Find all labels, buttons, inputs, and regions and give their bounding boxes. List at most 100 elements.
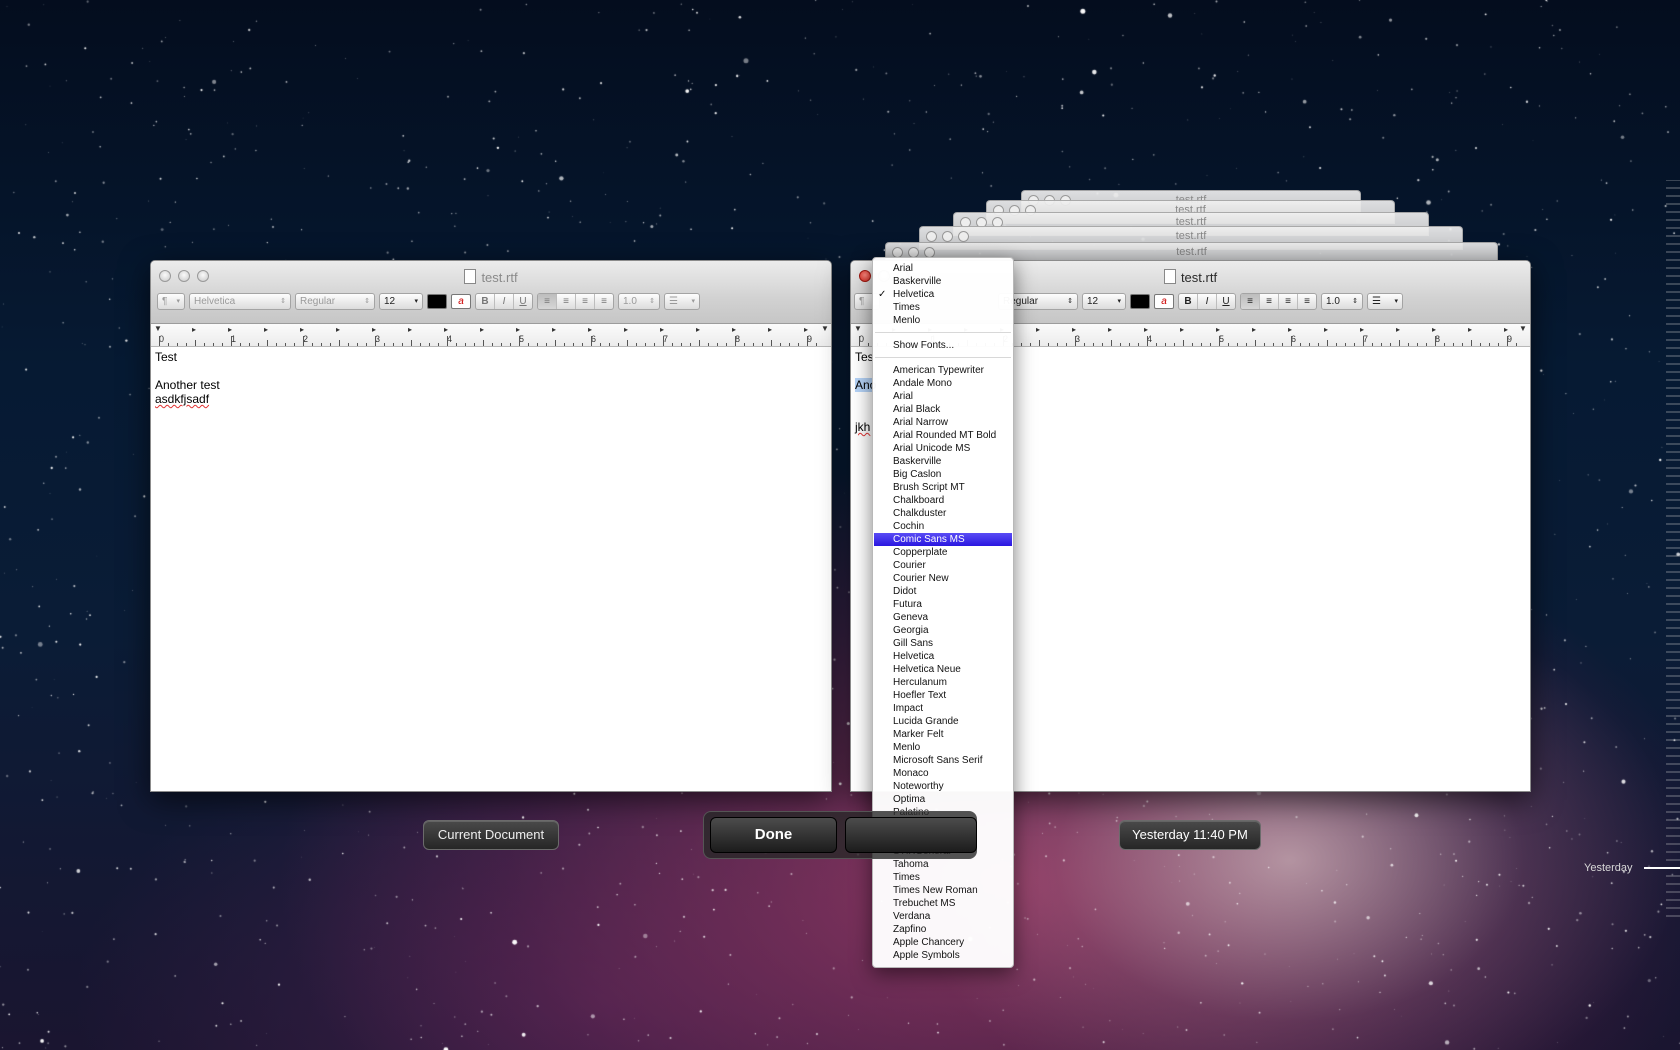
font-family-menu[interactable]: Arial Baskerville ✓ Helvetica Times Menlo Show… <box>872 257 1014 968</box>
font-menu-item[interactable]: Menlo <box>893 741 1013 754</box>
tab-stop-marker[interactable]: ▸ <box>1468 325 1472 334</box>
font-menu-item[interactable]: Georgia <box>893 624 1013 637</box>
tab-stop-marker[interactable]: ▸ <box>1396 325 1400 334</box>
tab-stop-marker[interactable]: ▸ <box>1252 325 1256 334</box>
show-fonts-item[interactable]: Show Fonts... <box>893 339 1013 352</box>
recent-font-item[interactable]: Arial <box>893 262 1013 275</box>
font-menu-item[interactable]: Geneva <box>893 611 1013 624</box>
font-menu-item[interactable]: Verdana <box>893 910 1013 923</box>
align-left-icon[interactable]: ≡ <box>1241 294 1260 309</box>
bold-button[interactable]: B <box>476 294 495 309</box>
tab-stop-marker[interactable]: ▸ <box>336 325 340 334</box>
tab-stop-marker[interactable]: ▸ <box>444 325 448 334</box>
tab-stop-marker[interactable]: ▸ <box>1324 325 1328 334</box>
font-menu-item[interactable]: Monaco <box>893 767 1013 780</box>
tab-stop-marker[interactable]: ▸ <box>1108 325 1112 334</box>
font-menu-item[interactable]: Trebuchet MS <box>893 897 1013 910</box>
tab-stop-marker[interactable]: ▸ <box>516 325 520 334</box>
tab-stop-marker[interactable]: ▸ <box>804 325 808 334</box>
ruler[interactable]: ▼ ▼ 0 1 2 3 4 5 6 7 8 9 ▸▸▸▸▸▸▸▸▸▸▸▸▸▸▸▸… <box>151 324 831 347</box>
tab-stop-marker[interactable]: ▸ <box>408 325 412 334</box>
font-menu-item[interactable]: Helvetica <box>893 650 1013 663</box>
recent-font-item[interactable]: Baskerville <box>893 275 1013 288</box>
align-center-icon[interactable]: ≡ <box>1260 294 1279 309</box>
italic-button[interactable]: I <box>1198 294 1217 309</box>
recent-font-item[interactable]: ✓ Helvetica <box>878 288 1013 301</box>
tab-stop-marker[interactable]: ▸ <box>768 325 772 334</box>
tab-stop-marker[interactable]: ▸ <box>372 325 376 334</box>
tab-stop-marker[interactable]: ▸ <box>1036 325 1040 334</box>
font-size-combo[interactable]: 12 ▾ <box>1082 293 1126 310</box>
font-menu-item[interactable]: Courier New <box>893 572 1013 585</box>
font-menu-item[interactable]: Didot <box>893 585 1013 598</box>
tab-stop-marker[interactable]: ▸ <box>480 325 484 334</box>
time-machine-timeline[interactable] <box>1630 180 1680 920</box>
text-color-well[interactable] <box>427 294 447 309</box>
font-menu-item[interactable]: Helvetica Neue <box>893 663 1013 676</box>
tab-stop-marker[interactable]: ▸ <box>1432 325 1436 334</box>
tab-stop-marker[interactable]: ▸ <box>1288 325 1292 334</box>
align-justify-icon[interactable]: ≡ <box>1298 294 1316 309</box>
highlight-color-well[interactable]: a <box>1154 294 1174 309</box>
font-size-combo[interactable]: 12 ▾ <box>379 293 423 310</box>
tab-stop-marker[interactable]: ▸ <box>660 325 664 334</box>
font-menu-item[interactable]: Apple Chancery <box>893 936 1013 949</box>
font-menu-item[interactable]: American Typewriter <box>893 364 1013 377</box>
tab-stop-marker[interactable]: ▸ <box>1216 325 1220 334</box>
line-spacing-popup[interactable]: 1.0 ⇕ <box>618 293 660 310</box>
align-right-icon[interactable]: ≡ <box>576 294 595 309</box>
left-margin-marker[interactable]: ▼ <box>154 324 162 333</box>
font-menu-item[interactable]: Marker Felt <box>893 728 1013 741</box>
tab-stop-marker[interactable]: ▸ <box>1360 325 1364 334</box>
done-button[interactable]: Done <box>710 817 837 853</box>
align-right-icon[interactable]: ≡ <box>1279 294 1298 309</box>
align-left-icon[interactable]: ≡ <box>538 294 557 309</box>
left-margin-marker[interactable]: ▼ <box>854 324 862 333</box>
font-menu-item[interactable]: Arial <box>893 390 1013 403</box>
tab-stop-marker[interactable]: ▸ <box>624 325 628 334</box>
tab-stop-marker[interactable]: ▸ <box>732 325 736 334</box>
font-menu-item[interactable]: Herculanum <box>893 676 1013 689</box>
font-menu-item[interactable]: Arial Rounded MT Bold <box>893 429 1013 442</box>
right-margin-marker[interactable]: ▼ <box>1519 324 1527 333</box>
right-margin-marker[interactable]: ▼ <box>821 324 829 333</box>
font-menu-item[interactable]: Andale Mono <box>893 377 1013 390</box>
font-menu-item[interactable]: Lucida Grande <box>893 715 1013 728</box>
bold-button[interactable]: B <box>1179 294 1198 309</box>
font-menu-item[interactable]: Baskerville <box>893 455 1013 468</box>
italic-button[interactable]: I <box>495 294 514 309</box>
font-style-popup[interactable]: Regular ⇕ <box>295 293 375 310</box>
font-family-popup[interactable]: Helvetica ⇕ <box>189 293 291 310</box>
font-menu-item[interactable]: Impact <box>893 702 1013 715</box>
underline-button[interactable]: U <box>514 294 532 309</box>
align-center-icon[interactable]: ≡ <box>557 294 576 309</box>
font-menu-item[interactable]: Noteworthy <box>893 780 1013 793</box>
font-menu-item[interactable]: Times <box>893 871 1013 884</box>
font-menu-item[interactable]: Hoefler Text <box>893 689 1013 702</box>
font-menu-item[interactable]: Copperplate <box>893 546 1013 559</box>
font-menu-item[interactable]: Comic Sans MS <box>874 533 1012 546</box>
font-menu-item[interactable]: Cochin <box>893 520 1013 533</box>
tab-stop-marker[interactable]: ▸ <box>264 325 268 334</box>
font-menu-item[interactable]: Chalkboard <box>893 494 1013 507</box>
recent-font-item[interactable]: Menlo <box>893 314 1013 327</box>
tab-stop-marker[interactable]: ▸ <box>552 325 556 334</box>
list-bullets-popup[interactable]: ☰ ▾ <box>1367 293 1403 310</box>
underline-button[interactable]: U <box>1217 294 1235 309</box>
font-menu-item[interactable]: Microsoft Sans Serif <box>893 754 1013 767</box>
window-titlebar[interactable]: test.rtf ¶ ▾ Helvetica ⇕ Regular ⇕ 12 ▾ a B … <box>151 261 831 324</box>
highlight-color-well[interactable]: a <box>451 294 471 309</box>
current-document-window[interactable]: test.rtf ¶ ▾ Helvetica ⇕ Regular ⇕ 12 ▾ a B … <box>150 260 832 792</box>
tab-stop-marker[interactable]: ▸ <box>696 325 700 334</box>
font-menu-item[interactable]: Gill Sans <box>893 637 1013 650</box>
font-menu-item[interactable]: Courier <box>893 559 1013 572</box>
font-menu-item[interactable]: Brush Script MT <box>893 481 1013 494</box>
font-menu-item[interactable]: Zapfino <box>893 923 1013 936</box>
tab-stop-marker[interactable]: ▸ <box>1504 325 1508 334</box>
line-spacing-popup[interactable]: 1.0 ⇕ <box>1321 293 1363 310</box>
tab-stop-marker[interactable]: ▸ <box>1180 325 1184 334</box>
font-menu-item[interactable]: Arial Narrow <box>893 416 1013 429</box>
tab-stop-marker[interactable]: ▸ <box>192 325 196 334</box>
tab-stop-marker[interactable]: ▸ <box>1072 325 1076 334</box>
font-menu-item[interactable]: Times New Roman <box>893 884 1013 897</box>
